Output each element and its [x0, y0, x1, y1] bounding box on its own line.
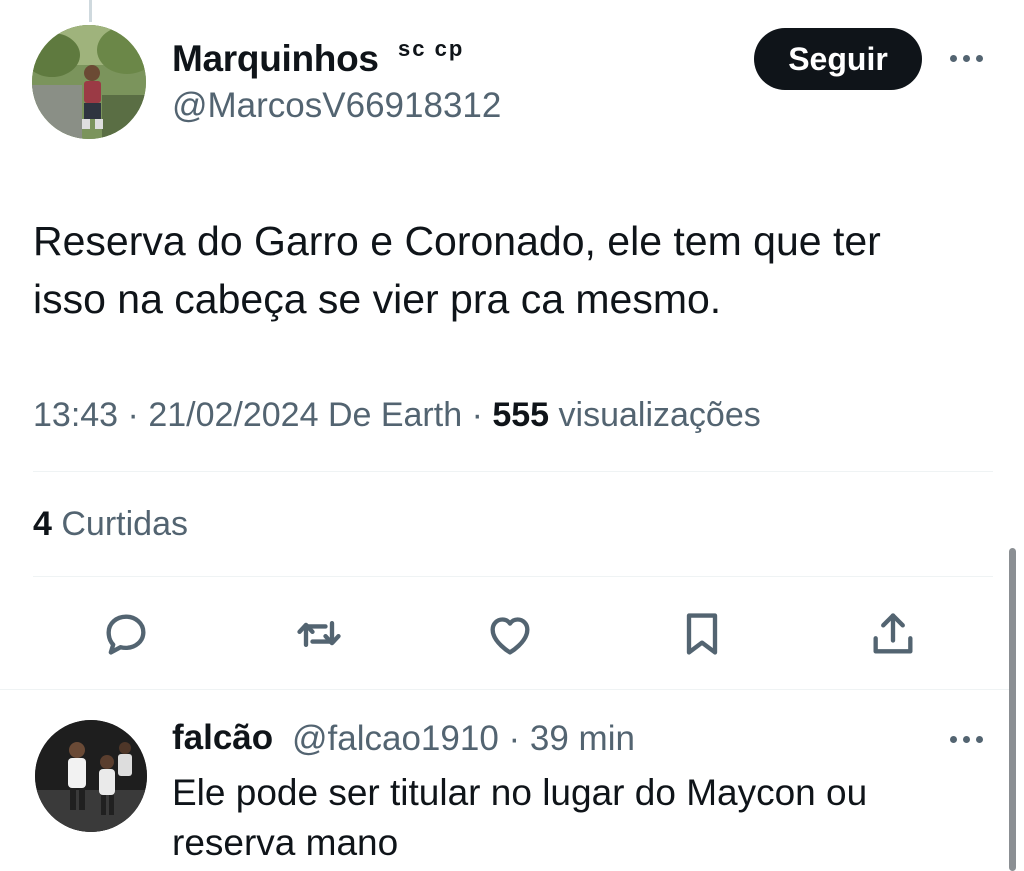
likes-summary[interactable]: 4 Curtidas	[33, 505, 188, 544]
like-button[interactable]	[482, 606, 538, 662]
tweet-text: Reserva do Garro e Coronado, ele tem que…	[33, 212, 993, 328]
scrollbar[interactable]	[1009, 548, 1016, 871]
reply-text: Ele pode ser titular no lugar do Maycon …	[172, 768, 952, 868]
reply-author-avatar[interactable]	[35, 720, 147, 832]
author-name-badge: sc cp	[398, 36, 465, 61]
share-button[interactable]	[865, 606, 921, 662]
retweet-button[interactable]	[291, 606, 347, 662]
divider	[0, 689, 1010, 690]
follow-button[interactable]: Seguir	[754, 28, 922, 90]
tweet-source: De Earth	[327, 396, 463, 434]
tweet-text-line: isso na cabeça se vier pra ca mesmo.	[33, 276, 722, 322]
likes-label: Curtidas	[61, 505, 188, 543]
like-icon	[490, 617, 530, 655]
reply-icon	[106, 614, 146, 655]
views-label: visualizações	[558, 396, 761, 434]
reply-author-name[interactable]: falcão	[172, 718, 273, 758]
reply-avatar-image	[35, 720, 147, 832]
bookmark-icon	[686, 613, 718, 655]
reply-button[interactable]	[98, 606, 154, 662]
bookmark-button[interactable]	[674, 606, 730, 662]
retweet-icon	[297, 621, 341, 647]
reply-time[interactable]: 39 min	[530, 719, 635, 758]
share-icon	[873, 613, 913, 654]
reply-author-handle[interactable]: @falcao1910	[292, 719, 499, 758]
more-options-icon[interactable]	[950, 55, 983, 62]
reply-text-line: reserva mano	[172, 822, 399, 863]
divider	[33, 471, 993, 472]
author-avatar[interactable]	[32, 25, 146, 139]
likes-count: 4	[33, 505, 52, 543]
author-name[interactable]: Marquinhos	[172, 38, 379, 80]
tweet-date[interactable]: 21/02/2024	[148, 396, 318, 434]
divider	[33, 576, 993, 577]
author-handle[interactable]: @MarcosV66918312	[172, 86, 501, 126]
author-avatar-image	[32, 25, 146, 139]
tweet-text-line: Reserva do Garro e Coronado, ele tem que…	[33, 218, 881, 264]
tweet-metadata: 13:43 · 21/02/2024 De Earth · 555 visual…	[33, 396, 761, 434]
reply-metadata: @falcao1910 · 39 min	[292, 719, 635, 758]
tweet-time[interactable]: 13:43	[33, 396, 118, 434]
thread-connector-line	[89, 0, 92, 22]
views-count: 555	[492, 396, 550, 434]
reply-text-line: Ele pode ser titular no lugar do Maycon …	[172, 772, 868, 813]
reply-more-options-icon[interactable]	[950, 736, 983, 743]
